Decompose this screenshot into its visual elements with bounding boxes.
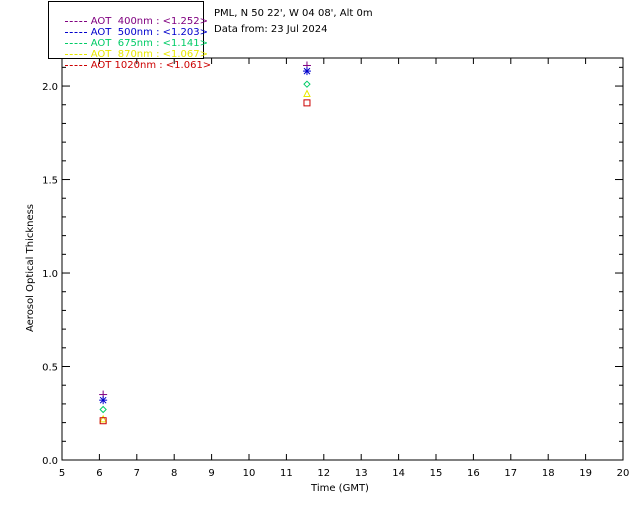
x-tick-label: 14 [392,468,405,479]
legend-label-1020nm: AOT 1020nm : <1.061> [90,60,212,71]
aot-scatter-chart: 5 6 7 8 9 10 11 12 13 14 15 16 17 18 19 20 0.0 0.5 1.0 1.5 2… [25,57,629,494]
legend-item-1020nm: AOT 1020nm : <1.061> [52,49,211,71]
x-tick-label: 19 [579,468,592,479]
y-tick-label: 0.5 [42,363,58,374]
y-tick-label: 1.0 [42,269,58,280]
x-tick-label: 16 [467,468,480,479]
data-point-diamond [303,80,311,88]
x-tick-label: 18 [542,468,555,479]
x-tick-label: 6 [96,468,102,479]
data-point-triangle [99,414,107,423]
plot-frame [61,57,624,461]
data-point-diamond [99,405,107,414]
axis-ticks: 5 6 7 8 9 10 11 12 13 14 15 16 17 18 19 20 0.0 0.5 1.0 1.5 2… [42,58,629,479]
data-marks [99,61,311,425]
x-axis-label: Time (GMT) [310,483,369,494]
legend-item-675nm: AOT 675nm : <1.141> [52,27,208,49]
y-tick-label: 1.5 [42,176,58,187]
site-info: PML, N 50 22', W 04 08', Alt 0m Data fro… [214,6,373,38]
y-tick-label: 2.0 [42,82,58,93]
legend-line-1020nm [64,64,87,66]
site-location: PML, N 50 22', W 04 08', Alt 0m [214,8,373,19]
x-tick-label: 7 [134,468,140,479]
legend: AOT 400nm : <1.252> AOT 500nm : <1.203> … [48,1,211,71]
data-point-asterisk [99,396,108,405]
legend-item-870nm: AOT 870nm : <1.067> [52,38,208,60]
data-point-square [303,99,311,107]
y-tick-label: 0.0 [42,456,58,467]
legend-item-500nm: AOT 500nm : <1.203> [52,16,208,38]
x-tick-label: 13 [355,468,368,479]
x-tick-label: 20 [617,468,630,479]
x-tick-label: 15 [430,468,443,479]
data-point-triangle [303,89,311,98]
x-tick-label: 17 [504,468,517,479]
x-tick-label: 11 [280,468,293,479]
data-point-asterisk [302,67,311,76]
data-date: Data from: 23 Jul 2024 [214,24,328,35]
x-tick-label: 9 [208,468,214,479]
x-tick-label: 12 [317,468,330,479]
x-tick-label: 10 [243,468,256,479]
x-tick-label: 8 [171,468,177,479]
legend-item-400nm: AOT 400nm : <1.252> [52,5,208,27]
y-axis-label: Aerosol Optical Thickness [25,204,36,332]
x-tick-label: 5 [59,468,65,479]
